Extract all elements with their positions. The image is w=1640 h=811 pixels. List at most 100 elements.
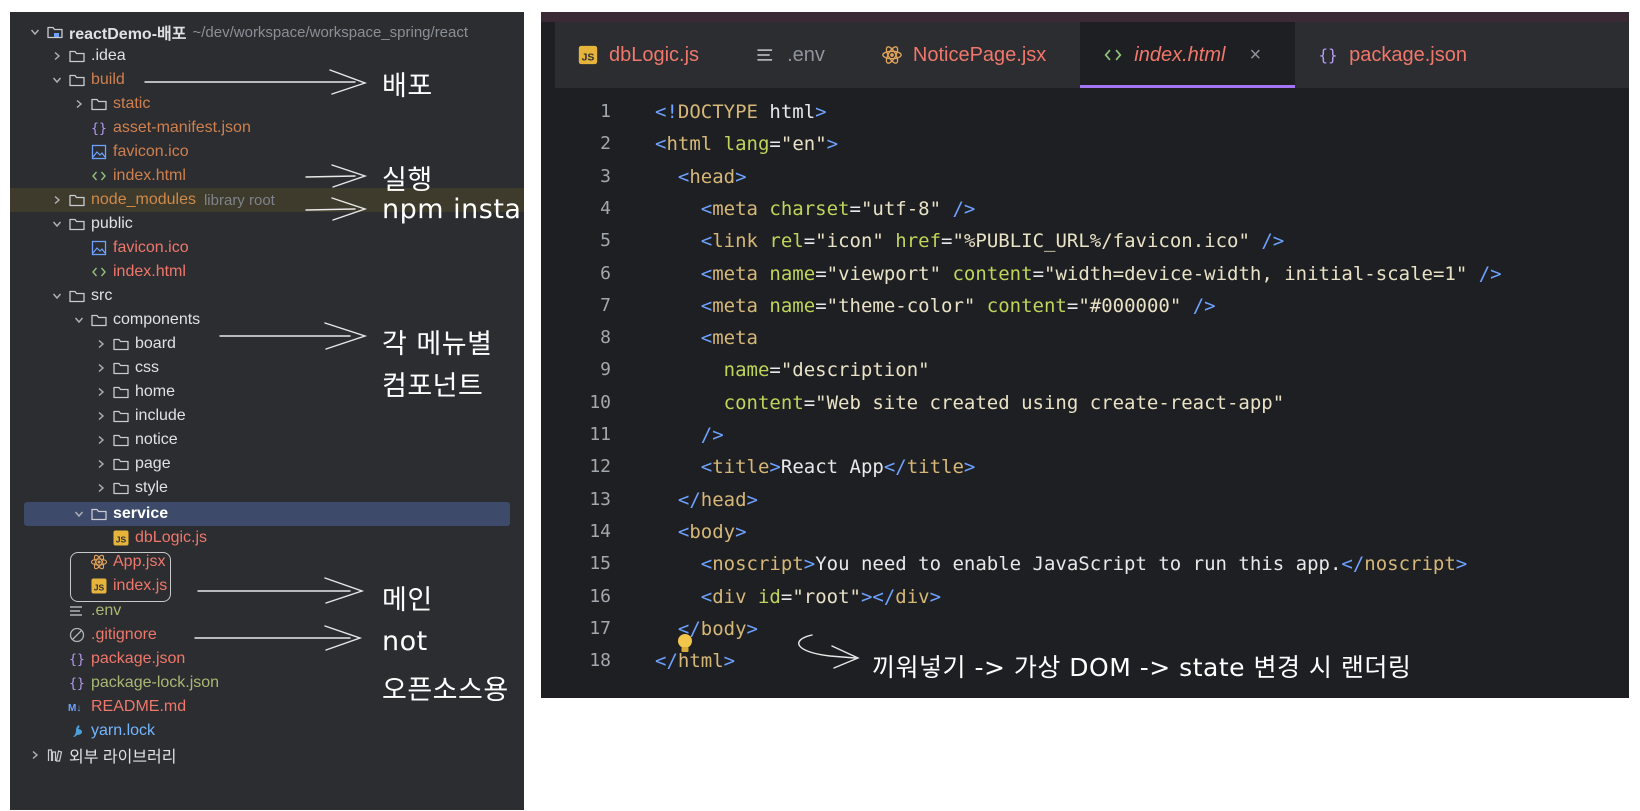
tree-item-reactdemo-배포[interactable]: reactDemo-배포 ~/dev/workspace/workspace_sp… bbox=[10, 20, 524, 44]
chevron-down-icon[interactable] bbox=[52, 291, 62, 301]
code-token: /> bbox=[1467, 262, 1502, 285]
code-token: < bbox=[700, 230, 713, 253]
tab-noticepage-jsx[interactable]: NoticePage.jsx bbox=[859, 22, 1080, 88]
code-token: meta bbox=[712, 197, 770, 220]
tree-item-label: asset-manifest.json bbox=[113, 119, 251, 136]
tree-item-asset-manifest-json[interactable]: {} asset-manifest.json bbox=[10, 116, 524, 140]
chevron-down-icon[interactable] bbox=[74, 315, 84, 325]
chevron-right-icon[interactable] bbox=[96, 411, 106, 421]
tree-item-build[interactable]: build bbox=[10, 68, 524, 92]
line-number: 9 bbox=[600, 359, 611, 381]
annotation-build: 배포 bbox=[382, 71, 433, 102]
tree-item-외부-라이브러리[interactable]: 외부 라이브러리 bbox=[10, 743, 524, 767]
code-token: name bbox=[723, 359, 770, 382]
folder-icon bbox=[112, 455, 130, 473]
tree-item-notice[interactable]: notice bbox=[10, 428, 524, 452]
code-token: < bbox=[677, 165, 690, 188]
chevron-down-icon[interactable] bbox=[52, 75, 62, 85]
tree-item-index-html[interactable]: index.html bbox=[10, 164, 524, 188]
code-token: = bbox=[1032, 262, 1045, 285]
chevron-right-icon[interactable] bbox=[96, 459, 106, 469]
tree-item-index-html[interactable]: index.html bbox=[10, 260, 524, 284]
lightbulb-icon[interactable] bbox=[676, 633, 694, 655]
code-token: < bbox=[700, 327, 713, 350]
tab-index-html[interactable]: index.html × bbox=[1080, 22, 1296, 88]
folder-icon bbox=[112, 479, 130, 497]
chevron-right-icon[interactable] bbox=[96, 435, 106, 445]
code-token: content bbox=[986, 294, 1067, 317]
chevron-right-icon[interactable] bbox=[74, 99, 84, 109]
code-token: = bbox=[1066, 294, 1079, 317]
code-token: body bbox=[700, 617, 747, 640]
code-token: > bbox=[735, 165, 747, 188]
json-icon: {} bbox=[68, 650, 86, 668]
svg-text:JS: JS bbox=[116, 535, 127, 545]
tab-env[interactable]: .env bbox=[733, 22, 859, 88]
annotation-env-1: not bbox=[382, 626, 428, 657]
tree-item-style[interactable]: style bbox=[10, 476, 524, 500]
folder-icon bbox=[68, 191, 86, 209]
code-token: head bbox=[700, 488, 747, 511]
code-line: <meta name="viewport" content="width=dev… bbox=[655, 257, 1502, 291]
line-number: 1 bbox=[600, 101, 611, 122]
library-icon bbox=[46, 746, 64, 764]
tree-item-include[interactable]: include bbox=[10, 404, 524, 428]
folder-icon bbox=[112, 359, 130, 377]
chevron-down-icon[interactable] bbox=[74, 509, 84, 519]
tree-item-src[interactable]: src bbox=[10, 284, 524, 308]
chevron-down-icon[interactable] bbox=[30, 27, 40, 37]
tab-label: .env bbox=[787, 43, 825, 66]
tab-package-json[interactable]: {} package.json bbox=[1295, 22, 1501, 88]
annotation-main: 메인 bbox=[382, 585, 433, 616]
tree-item-yarn-lock[interactable]: yarn.lock bbox=[10, 719, 524, 743]
folder-icon bbox=[90, 311, 108, 329]
code-token: = bbox=[803, 391, 816, 414]
code-token: You need to enable JavaScript to run thi… bbox=[815, 553, 1342, 576]
tree-item-label: index.html bbox=[113, 167, 186, 184]
code-token: div bbox=[712, 585, 758, 608]
tree-item-favicon-ico[interactable]: favicon.ico bbox=[10, 236, 524, 260]
code-token: > bbox=[826, 133, 839, 156]
annotation-env-2: 오픈소스용 bbox=[382, 675, 509, 706]
line-number: 18 bbox=[589, 650, 611, 672]
tree-item-label: src bbox=[91, 287, 113, 304]
code-token: "description" bbox=[780, 359, 930, 382]
code-area[interactable]: <!DOCTYPE html> <html lang="en"> <head> <… bbox=[655, 88, 1629, 698]
chevron-right-icon[interactable] bbox=[52, 51, 62, 61]
tree-item-favicon-ico[interactable]: favicon.ico bbox=[10, 140, 524, 164]
line-number: 11 bbox=[589, 424, 611, 445]
tree-item-static[interactable]: static bbox=[10, 92, 524, 116]
code-token: /> bbox=[700, 424, 724, 446]
chevron-right-icon[interactable] bbox=[96, 483, 106, 493]
tree-item-dblogic-js[interactable]: JS dbLogic.js bbox=[10, 526, 524, 550]
code-token: meta bbox=[712, 294, 770, 317]
chevron-right-icon[interactable] bbox=[96, 363, 106, 373]
line-number: 14 bbox=[589, 520, 611, 542]
svg-text:{}: {} bbox=[91, 122, 107, 137]
code-token: < bbox=[700, 197, 713, 220]
chevron-right-icon[interactable] bbox=[30, 750, 40, 760]
code-line: <!DOCTYPE html> bbox=[655, 95, 827, 129]
code-token: meta bbox=[712, 327, 758, 350]
tree-item-idea[interactable]: .idea bbox=[10, 44, 524, 68]
code-line: <link rel="icon" href="%PUBLIC_URL%/favi… bbox=[655, 224, 1284, 258]
code-token: = bbox=[849, 197, 861, 220]
chevron-right-icon[interactable] bbox=[96, 387, 106, 397]
code-token: "icon" bbox=[815, 230, 896, 253]
chevron-right-icon[interactable] bbox=[52, 195, 62, 205]
tree-item-env[interactable]: .env bbox=[10, 599, 524, 623]
code-token: /> bbox=[1249, 230, 1285, 253]
tree-item-page[interactable]: page bbox=[10, 452, 524, 476]
code-line: name="description" bbox=[655, 353, 930, 387]
tree-item-service[interactable]: service bbox=[24, 502, 510, 526]
svg-text:{}: {} bbox=[69, 653, 85, 668]
tree-item-gitignore[interactable]: .gitignore bbox=[10, 623, 524, 647]
folder-icon bbox=[90, 95, 108, 113]
close-icon[interactable]: × bbox=[1249, 44, 1261, 67]
tab-dblogic-js[interactable]: JS dbLogic.js bbox=[555, 22, 733, 88]
chevron-right-icon[interactable] bbox=[96, 339, 106, 349]
chevron-down-icon[interactable] bbox=[52, 219, 62, 229]
